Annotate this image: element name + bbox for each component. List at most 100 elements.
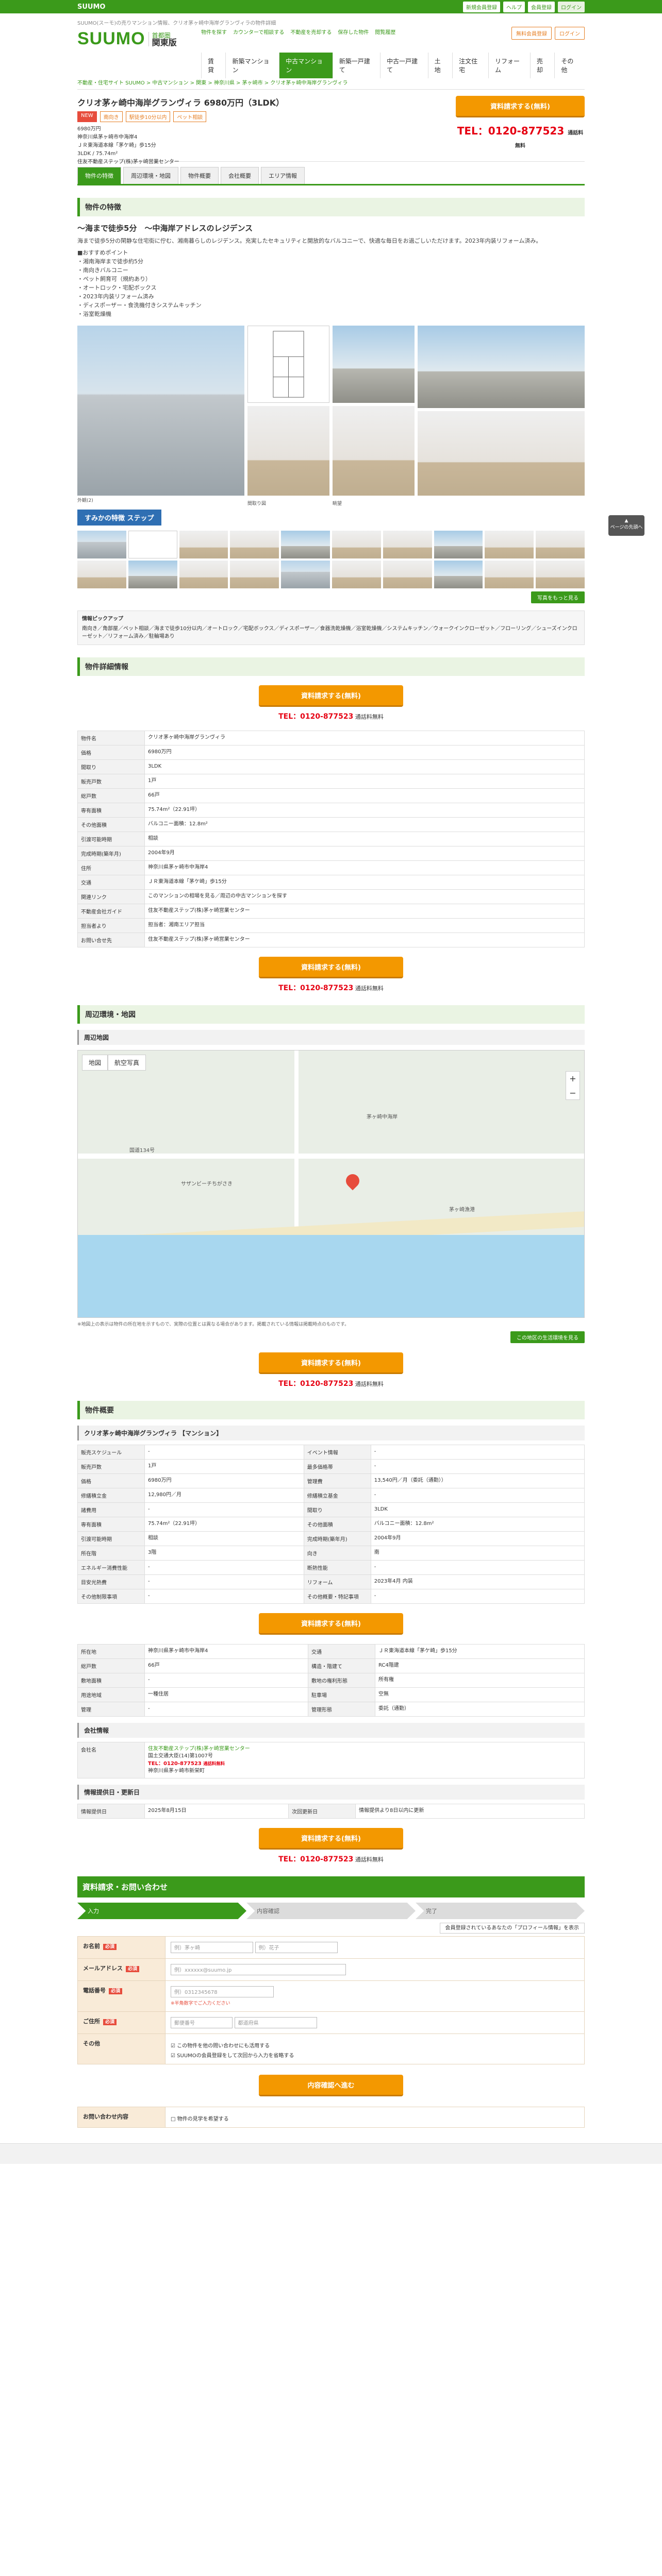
- thumb-16[interactable]: [332, 561, 381, 588]
- nav-used-house[interactable]: 中古一戸建て: [380, 53, 427, 78]
- tab-features[interactable]: 物件の特徴: [77, 167, 121, 184]
- nav-new-house[interactable]: 新築一戸建て: [332, 53, 380, 78]
- checkbox-member[interactable]: ☑ SUUMOの会員登録をして次回から入力を省略する: [171, 2051, 579, 2059]
- suumo-logo-text: SUUMO: [77, 29, 145, 48]
- request-docs-button[interactable]: 資料請求する(無料): [456, 96, 585, 117]
- map-tab-aerial[interactable]: 航空写真: [108, 1055, 146, 1071]
- topbar-link-help[interactable]: ヘルプ: [503, 1, 525, 12]
- nav-used-mansion[interactable]: 中古マンション: [279, 53, 333, 78]
- thumb-10[interactable]: [536, 531, 585, 558]
- thumb-2[interactable]: [128, 531, 177, 558]
- prefecture-select[interactable]: 都道府県: [234, 2017, 317, 2028]
- last-name-input[interactable]: 例）茅ヶ崎: [171, 1942, 253, 1953]
- thumb-9[interactable]: [485, 531, 534, 558]
- building-key: 用途地域: [77, 1687, 145, 1702]
- phone-number-text: TEL：0120-877523: [457, 125, 565, 137]
- nav-land[interactable]: 土地: [427, 53, 452, 78]
- thumb-7[interactable]: [383, 531, 432, 558]
- tab-company[interactable]: 会社概要: [221, 167, 259, 184]
- header-link-history[interactable]: 閲覧履歴: [375, 28, 395, 36]
- room-photo-3[interactable]: [418, 411, 585, 496]
- thumb-6[interactable]: [332, 531, 381, 558]
- detail-value: 相談: [144, 832, 585, 846]
- request-docs-button-2[interactable]: 資料請求する(無料): [259, 685, 403, 707]
- next-update: 情報提供より8日以内に更新: [355, 1804, 585, 1819]
- thumb-11[interactable]: [77, 561, 126, 588]
- info-pickup: 情報ピックアップ 南向き／角部屋／ペット相談／海まで徒歩10分以内／オートロック…: [77, 611, 585, 645]
- nav-sell[interactable]: 売却: [529, 53, 554, 78]
- topbar-login-button[interactable]: ログイン: [558, 1, 585, 12]
- header-link-search[interactable]: 物件を探す: [201, 28, 227, 36]
- thumb-19[interactable]: [485, 561, 534, 588]
- zoom-control[interactable]: + −: [566, 1071, 580, 1100]
- request-docs-button-4[interactable]: 資料請求する(無料): [259, 1352, 403, 1374]
- confirm-button[interactable]: 内容確認へ進む: [259, 2075, 403, 2096]
- profile-link[interactable]: 会員登録されているあなたの「プロフィール情報」を表示: [439, 1923, 585, 1934]
- thumb-18[interactable]: [434, 561, 483, 588]
- floorplan-photo[interactable]: [247, 326, 329, 403]
- site-logo[interactable]: SUUMO 首都圏 関東版: [77, 29, 177, 49]
- company-tel-text: TEL：0120-877523: [148, 1761, 202, 1767]
- checkbox-visit[interactable]: □ 物件の見学を希望する: [171, 2114, 579, 2122]
- step-banner[interactable]: すみかの特徴 ステップ: [77, 510, 161, 526]
- company-name[interactable]: 住友不動産ステップ(株)茅ヶ崎営業センター: [148, 1745, 581, 1753]
- tab-surroundings[interactable]: 周辺環境・地図: [123, 167, 178, 184]
- tab-overview[interactable]: 物件概要: [180, 167, 219, 184]
- map-tab-map[interactable]: 地図: [82, 1055, 108, 1071]
- overview-tel-note: 通話料無料: [355, 1856, 384, 1863]
- room-photo-2[interactable]: [333, 406, 415, 496]
- more-photos-link[interactable]: 写真をもっと見る: [531, 591, 585, 603]
- header-links: 物件を探す カウンターで相談する 不動産を売却する 保存した物件 閲覧履歴: [201, 28, 469, 36]
- thumb-14[interactable]: [230, 561, 279, 588]
- thumb-13[interactable]: [179, 561, 228, 588]
- nav-custom-house[interactable]: 注文住宅: [452, 53, 488, 78]
- thumb-3[interactable]: [179, 531, 228, 558]
- area-map[interactable]: 地図 航空写真 茅ヶ崎中海岸 サザンビーチちがさき 茅ヶ崎漁港 国道134号 +…: [77, 1050, 585, 1318]
- overview-value: -: [144, 1445, 304, 1460]
- view-photo-1[interactable]: [333, 326, 415, 403]
- building-value: 空無: [374, 1687, 585, 1702]
- postal-code-field[interactable]: 郵便番号: [171, 2017, 233, 2028]
- first-name-input[interactable]: 例）花子: [255, 1942, 338, 1953]
- topbar-link-member[interactable]: 会員登録: [528, 1, 555, 12]
- thumb-1[interactable]: [77, 531, 126, 558]
- request-docs-button-3[interactable]: 資料請求する(無料): [259, 957, 403, 978]
- phone-field[interactable]: 例）0312345678: [171, 1986, 274, 1997]
- main-exterior-photo[interactable]: [77, 326, 244, 496]
- topbar-brand[interactable]: SUUMO: [77, 3, 105, 11]
- header-link-saved[interactable]: 保存した物件: [338, 28, 369, 36]
- page-top-button[interactable]: ▲ ページの先頭へ: [608, 515, 644, 536]
- checkbox-reuse[interactable]: ☑ この物件を他の問い合わせにも活用する: [171, 2041, 579, 2049]
- email-field[interactable]: 例）xxxxxx@suumo.jp: [171, 1964, 346, 1975]
- more-environment-link[interactable]: この地区の生活環境を見る: [510, 1331, 585, 1343]
- map-pin-icon[interactable]: [343, 1171, 362, 1191]
- thumb-20[interactable]: [536, 561, 585, 588]
- tab-area[interactable]: エリア情報: [261, 167, 305, 184]
- header-register-button[interactable]: 無料会員登録: [511, 27, 552, 40]
- chevron-up-icon: ▲: [624, 518, 628, 523]
- nav-reform[interactable]: リフォーム: [488, 53, 530, 78]
- request-docs-button-6[interactable]: 資料請求する(無料): [259, 1828, 403, 1850]
- request-docs-button-5[interactable]: 資料請求する(無料): [259, 1613, 403, 1635]
- name-required-badge: 必須: [103, 1944, 117, 1950]
- nav-new-mansion[interactable]: 新築マンション: [225, 53, 279, 78]
- detail-key: 不動産会社ガイド: [77, 904, 145, 919]
- nav-rent[interactable]: 賃貸: [201, 53, 225, 78]
- detail-key: 専有面積: [77, 803, 145, 818]
- view-photo-2[interactable]: [418, 326, 585, 408]
- header-link-counter[interactable]: カウンターで相談する: [233, 28, 284, 36]
- thumb-4[interactable]: [230, 531, 279, 558]
- thumb-5[interactable]: [281, 531, 330, 558]
- header-link-sell[interactable]: 不動産を売却する: [290, 28, 332, 36]
- thumb-17[interactable]: [383, 561, 432, 588]
- topbar-link-register[interactable]: 新規会員登録: [463, 1, 500, 12]
- nav-other[interactable]: その他: [554, 53, 585, 78]
- map-cta: 資料請求する(無料) TEL：0120-877523 通話料無料: [77, 1352, 585, 1388]
- thumb-8[interactable]: [434, 531, 483, 558]
- map-tel: TEL：0120-877523: [278, 1380, 354, 1388]
- thumb-15[interactable]: [281, 561, 330, 588]
- header-login-button[interactable]: ログイン: [555, 27, 585, 40]
- header-company[interactable]: 住友不動産ステップ(株)茅ヶ崎営業センター: [77, 158, 585, 166]
- thumb-12[interactable]: [128, 561, 177, 588]
- room-photo-1[interactable]: [247, 406, 329, 496]
